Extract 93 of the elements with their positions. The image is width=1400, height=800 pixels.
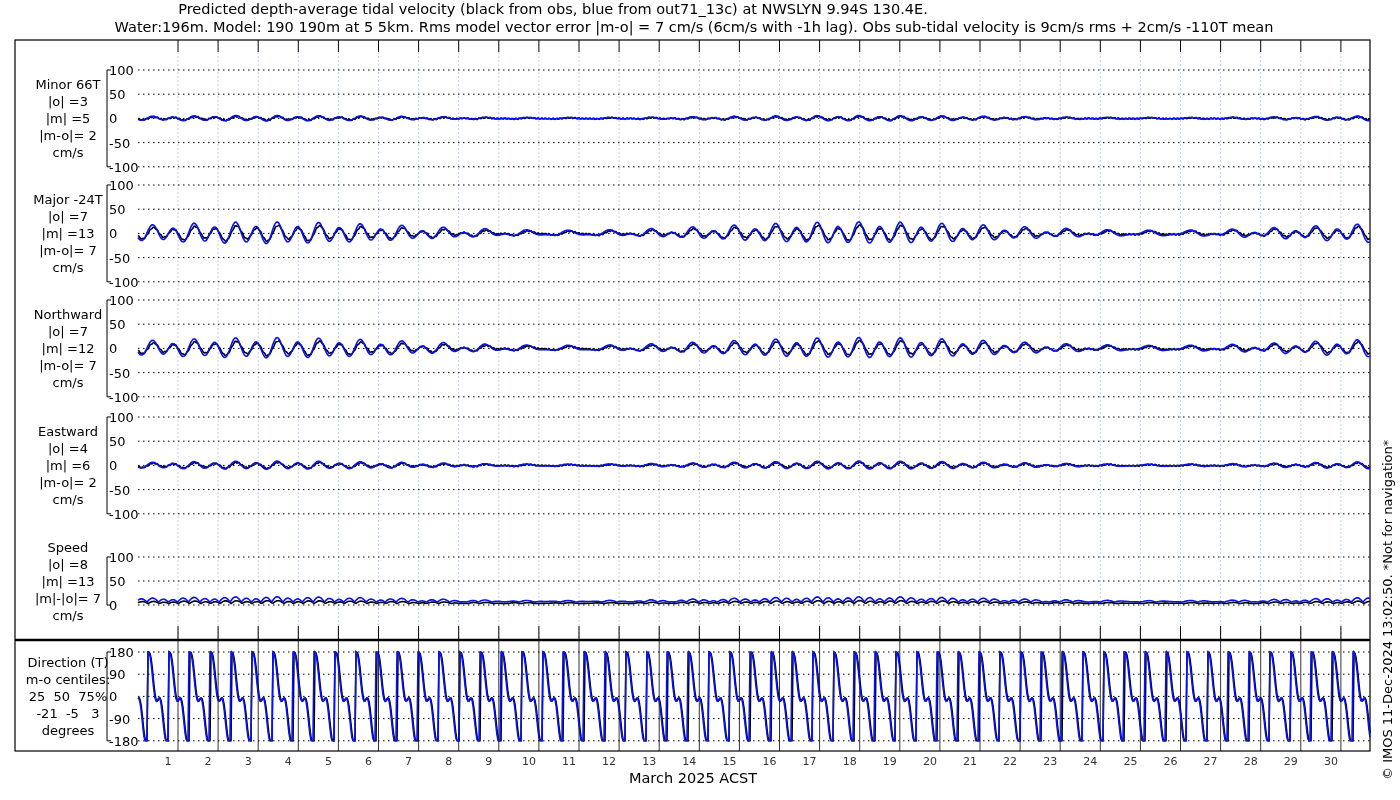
y-tick-label: 100 xyxy=(109,410,134,425)
y-tick-label: 180 xyxy=(109,645,134,660)
y-tick-label: 100 xyxy=(109,293,134,308)
x-tick-label: 27 xyxy=(1203,755,1218,768)
panel-label: |m| =12 xyxy=(41,341,95,357)
y-tick-label: 0 xyxy=(109,458,118,474)
y-tick-label: -100 xyxy=(109,389,139,405)
x-tick-label: 4 xyxy=(284,755,292,768)
x-tick-label: 17 xyxy=(802,755,817,768)
y-tick-label: 0 xyxy=(109,226,118,242)
y-axis xyxy=(106,556,112,606)
y-tick-label: -90 xyxy=(109,711,131,727)
y-tick-label: -50 xyxy=(109,250,131,266)
panel-label: Major -24T xyxy=(33,192,103,208)
y-tick-label: 100 xyxy=(109,178,134,193)
x-tick-label: 3 xyxy=(244,755,252,768)
x-tick-label: 30 xyxy=(1323,755,1338,768)
panel-label: |m-o|= 7 xyxy=(39,243,97,259)
x-tick-label: 24 xyxy=(1083,755,1098,768)
y-tick-label: -100 xyxy=(109,274,139,290)
panel-label: |m| =13 xyxy=(41,574,95,589)
x-tick-label: 18 xyxy=(842,755,857,768)
y-tick-label: 50 xyxy=(109,574,126,589)
y-tick-label: -50 xyxy=(109,482,131,498)
panel-label: cm/s xyxy=(52,608,84,623)
panel-label: cm/s xyxy=(52,375,84,391)
x-tick-label: 15 xyxy=(722,755,737,768)
x-tick-label: 8 xyxy=(445,755,453,768)
panel-label: degrees xyxy=(41,723,95,739)
panel-label: 25 50 75% xyxy=(28,689,108,705)
panel-label: |m| =13 xyxy=(41,226,95,242)
x-tick-label: 11 xyxy=(562,755,576,768)
x-tick-label: 21 xyxy=(963,755,977,768)
x-axis-label: March 2025 ACST xyxy=(628,770,758,786)
panel-label: |m| =5 xyxy=(45,111,91,127)
x-tick-label: 23 xyxy=(1043,755,1058,768)
panel-label: |m| =6 xyxy=(45,458,91,474)
x-tick-label: 13 xyxy=(642,755,657,768)
x-tick-label: 26 xyxy=(1163,755,1178,768)
panel-label: Speed xyxy=(47,540,89,555)
copyright-note: © IMOS 11-Dec-2024 13:02:50. *Not for navigation* xyxy=(1380,439,1395,780)
panel-label: Northward xyxy=(33,307,103,323)
y-tick-label: 50 xyxy=(109,434,126,450)
y-tick-label: -100 xyxy=(109,159,139,175)
panel-label: |m-o|= 2 xyxy=(39,128,97,144)
panel-label: |m|-|o|= 7 xyxy=(34,591,102,606)
y-tick-label: 0 xyxy=(109,341,118,357)
y-tick-label: -180 xyxy=(109,733,139,749)
x-tick-label: 10 xyxy=(521,755,536,768)
panel-label: |o| =7 xyxy=(48,209,88,225)
x-tick-label: 6 xyxy=(365,755,372,768)
y-tick-label: 90 xyxy=(109,667,126,683)
x-tick-label: 28 xyxy=(1243,755,1258,768)
panel-label: Direction (T) xyxy=(27,655,109,671)
y-tick-label: 50 xyxy=(109,202,126,218)
panel-label: |m-o|= 7 xyxy=(39,358,97,374)
y-tick-label: -100 xyxy=(109,506,139,522)
panel-label: cm/s xyxy=(52,145,84,161)
panel-label: |m-o|= 2 xyxy=(39,475,97,491)
y-tick-label: 50 xyxy=(109,317,126,333)
x-tick-label: 25 xyxy=(1123,755,1138,768)
x-tick-label: 19 xyxy=(882,755,897,768)
panel-label: cm/s xyxy=(52,260,84,276)
x-tick-label: 9 xyxy=(485,755,493,768)
y-tick-label: 100 xyxy=(109,63,134,78)
x-tick-label: 29 xyxy=(1283,755,1298,768)
x-tick-label: 1 xyxy=(164,755,172,768)
y-tick-label: 0 xyxy=(109,111,118,127)
x-tick-label: 20 xyxy=(922,755,937,768)
chart-title: Water:196m. Model: 190 190m at 5 5km. Rms model vector error |m-o| = 7 cm/s (6cm/s with -1h lag). Obs sub-tidal velocity is 9cm/s rms + 2cm/s -110T mean xyxy=(114,19,1274,35)
panel-label: Eastward xyxy=(38,424,98,440)
x-tick-label: 12 xyxy=(602,755,617,768)
panel-label: |o| =4 xyxy=(48,441,88,457)
y-tick-label: 100 xyxy=(109,550,134,565)
panel-label: m-o centiles: xyxy=(25,672,111,688)
y-tick-label: 50 xyxy=(109,87,126,103)
y-tick-label: 0 xyxy=(109,689,118,705)
y-tick-label: -50 xyxy=(109,365,131,381)
panel-label: Minor 66T xyxy=(35,77,101,93)
panel-label: |o| =7 xyxy=(48,324,88,340)
panel-label: |o| =3 xyxy=(48,94,88,110)
panel-label: |o| =8 xyxy=(48,557,88,572)
x-tick-label: 2 xyxy=(204,755,212,768)
x-tick-label: 16 xyxy=(762,755,777,768)
x-tick-label: 7 xyxy=(405,755,413,768)
x-tick-label: 5 xyxy=(324,755,332,768)
y-tick-label: 0 xyxy=(109,598,118,613)
panel-label: cm/s xyxy=(52,492,84,508)
x-tick-label: 14 xyxy=(682,755,697,768)
y-tick-label: -50 xyxy=(109,135,131,151)
panel-label: -21 -5 3 xyxy=(36,706,100,722)
x-tick-label: 22 xyxy=(1003,755,1018,768)
chart-title: Predicted depth-average tidal velocity (black from obs, blue from out71_13c) at NWSLYN 9.94S 130.4E. xyxy=(178,1,928,17)
